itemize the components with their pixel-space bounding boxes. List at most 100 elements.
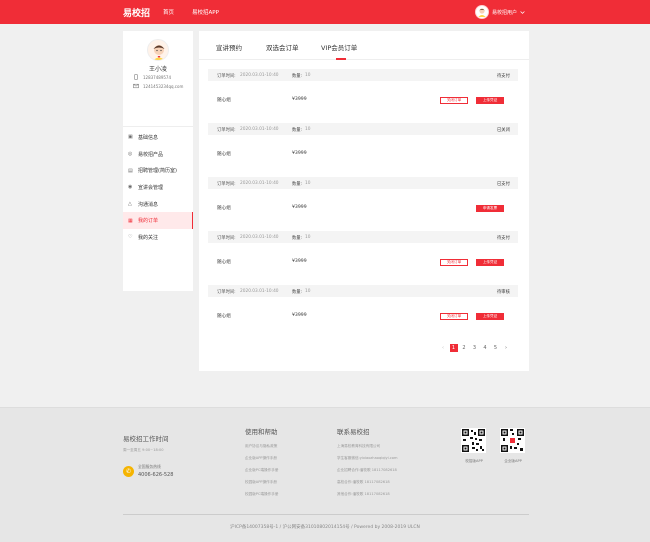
hotline-text: 全国服务热线 4006-626-528: [138, 464, 173, 478]
sidebar-item-orders[interactable]: ▦ 我的订单: [123, 212, 193, 230]
order-card: 订单时间: 2020.03.01-10:40 数量: 10 待支付 随心组 ¥3…: [208, 69, 518, 119]
tab-active-indicator: [336, 58, 346, 60]
footer-work-hours: 周一至周五 9:00~18:00: [123, 448, 164, 452]
profile-icon: ▣: [128, 134, 133, 141]
sidebar-item-basic-info[interactable]: ▣ 基础信息: [123, 129, 193, 146]
nav-app[interactable]: 易校招APP: [192, 8, 219, 16]
footer-hotline: ✆ 全国服务热线 4006-626-528: [123, 464, 173, 478]
footer-contact-line: 学生客服微信:yixiaozhaoqiqiyi.com: [337, 456, 398, 460]
logo[interactable]: 易校招: [123, 6, 150, 19]
order-time: 2020.03.01-10:40: [240, 181, 279, 186]
order-header: 订单时间: 2020.03.01-10:40 数量: 10 已关闭: [208, 123, 518, 135]
order-product: 随心组: [217, 206, 231, 211]
sidebar-item-label: 我的关注: [138, 234, 159, 241]
qr-code-student-app: [461, 428, 486, 453]
sidebar-item-label: 沟通消息: [138, 201, 159, 208]
order-time-label: 订单时间:: [217, 128, 236, 133]
sidebar-item-messages[interactable]: △ 沟通消息: [123, 196, 193, 213]
profile-avatar: [147, 39, 169, 61]
profile-name: 王小凌: [148, 66, 167, 73]
sidebar-item-label: 招聘管理(简历室): [138, 168, 177, 175]
product-icon: ◎: [128, 151, 133, 158]
order-time: 2020.03.01-10:40: [240, 73, 279, 78]
footer-contact-line: 其他合作:潘牧歌 18117082618: [337, 492, 390, 496]
tab-job-fair-orders[interactable]: 双选会订单: [266, 42, 299, 52]
order-status: 待支付: [497, 236, 510, 241]
order-time-label: 订单时间:: [217, 290, 236, 295]
sidebar: 王小凌 12837489574 1241453234qq.com ▣ 基础信息 …: [123, 31, 193, 291]
order-price: ¥3999: [292, 205, 307, 210]
footer-copyright: 沪ICP备14007358号-1 / 沪公网安备31010802014154号 …: [230, 525, 420, 530]
order-qty: 10: [305, 235, 311, 240]
order-status: 待审核: [497, 290, 510, 295]
order-price: ¥3999: [292, 151, 307, 156]
tab-bar: 宣讲预约 双选会订单 VIP会员订单: [199, 31, 529, 60]
order-price: ¥3999: [292, 313, 307, 318]
user-menu[interactable]: 易校招用户: [475, 4, 525, 20]
order-icon: ▦: [128, 217, 133, 224]
profile-email-value: 1241453234qq.com: [143, 83, 184, 89]
tab-seminar-booking[interactable]: 宣讲预约: [216, 42, 242, 52]
nav-home[interactable]: 首页: [163, 8, 174, 16]
pagination-page[interactable]: 2: [460, 344, 468, 352]
order-time: 2020.03.01-10:40: [240, 235, 279, 240]
order-card: 订单时间: 2020.03.01-10:40 数量: 10 待支付 随心组 ¥3…: [208, 231, 518, 281]
order-time: 2020.03.01-10:40: [240, 127, 279, 132]
order-time: 2020.03.01-10:40: [240, 289, 279, 294]
close-order-button[interactable]: 关闭订单: [440, 259, 468, 266]
avatar[interactable]: [475, 5, 489, 19]
close-order-button[interactable]: 关闭订单: [440, 313, 468, 320]
chevron-down-icon[interactable]: [520, 10, 525, 15]
footer-link[interactable]: 校园版PC端操作手册: [245, 492, 278, 497]
order-product: 随心组: [217, 152, 231, 157]
sidebar-item-follows[interactable]: ♡ 我的关注: [123, 229, 193, 246]
sidebar-item-label: 宣讲会管理: [138, 184, 164, 191]
order-product: 随心组: [217, 98, 231, 103]
upload-proof-button[interactable]: 上传凭证: [476, 313, 504, 320]
footer-link[interactable]: 用户协议与隐私政策: [245, 444, 277, 449]
tab-vip-orders[interactable]: VIP会员订单: [321, 42, 357, 52]
order-qty: 10: [305, 181, 311, 186]
footer-help-title: 使用和帮助: [245, 428, 278, 436]
footer-divider: [123, 514, 529, 515]
footer-link[interactable]: 校园版APP操作手册: [245, 480, 277, 485]
order-header: 订单时间: 2020.03.01-10:40 数量: 10 待支付: [208, 231, 518, 243]
sidebar-menu: ▣ 基础信息 ◎ 易校招产品 ▤ 招聘管理(简历室) ◉ 宣讲会管理 △ 沟通消…: [123, 129, 193, 246]
order-body: 随心组 ¥3999 申请发票: [208, 189, 518, 227]
orders-panel: 宣讲预约 双选会订单 VIP会员订单 订单时间: 2020.03.01-10:4…: [199, 31, 529, 371]
order-qty-label: 数量:: [292, 290, 303, 295]
sidebar-item-recruitment[interactable]: ▤ 招聘管理(简历室): [123, 162, 193, 179]
footer-contact-line: 企业招聘合作:潘牧歌 18117082618: [337, 468, 397, 472]
sidebar-item-seminars[interactable]: ◉ 宣讲会管理: [123, 179, 193, 196]
resume-icon: ▤: [128, 167, 133, 174]
pagination-page[interactable]: 4: [481, 344, 489, 352]
eye-icon: ◉: [128, 184, 133, 191]
footer-link[interactable]: 企业版PC端操作手册: [245, 468, 278, 473]
order-status: 已支付: [497, 182, 510, 187]
order-qty-label: 数量:: [292, 74, 303, 79]
pagination-page[interactable]: 3: [471, 344, 479, 352]
profile-email: 1241453234qq.com: [133, 83, 183, 89]
qr-label-enterprise-app: 企业版APP: [504, 459, 522, 463]
upload-proof-button[interactable]: 上传凭证: [476, 259, 504, 266]
footer: 易校招工作时间 周一至周五 9:00~18:00 ✆ 全国服务热线 4006-6…: [0, 407, 650, 542]
user-name[interactable]: 易校招用户: [492, 9, 517, 16]
order-header: 订单时间: 2020.03.01-10:40 数量: 10 已支付: [208, 177, 518, 189]
mail-icon: [133, 83, 139, 89]
order-qty-label: 数量:: [292, 236, 303, 241]
sidebar-item-products[interactable]: ◎ 易校招产品: [123, 146, 193, 163]
close-order-button[interactable]: 关闭订单: [440, 97, 468, 104]
upload-proof-button[interactable]: 上传凭证: [476, 97, 504, 104]
request-invoice-button[interactable]: 申请发票: [476, 205, 504, 212]
sidebar-item-label: 我的订单: [138, 218, 159, 225]
pagination-prev[interactable]: ‹: [439, 344, 447, 352]
order-product: 随心组: [217, 260, 231, 265]
footer-link[interactable]: 企业版APP操作手册: [245, 456, 277, 461]
phone-icon: [134, 74, 138, 80]
footer-contact-title: 联系易校招: [337, 428, 370, 436]
hotline-number: 4006-626-528: [138, 472, 174, 478]
order-time-label: 订单时间:: [217, 236, 236, 241]
pagination-next[interactable]: ›: [502, 344, 510, 352]
pagination-page[interactable]: 1: [449, 344, 458, 352]
pagination-page[interactable]: 5: [492, 344, 500, 352]
